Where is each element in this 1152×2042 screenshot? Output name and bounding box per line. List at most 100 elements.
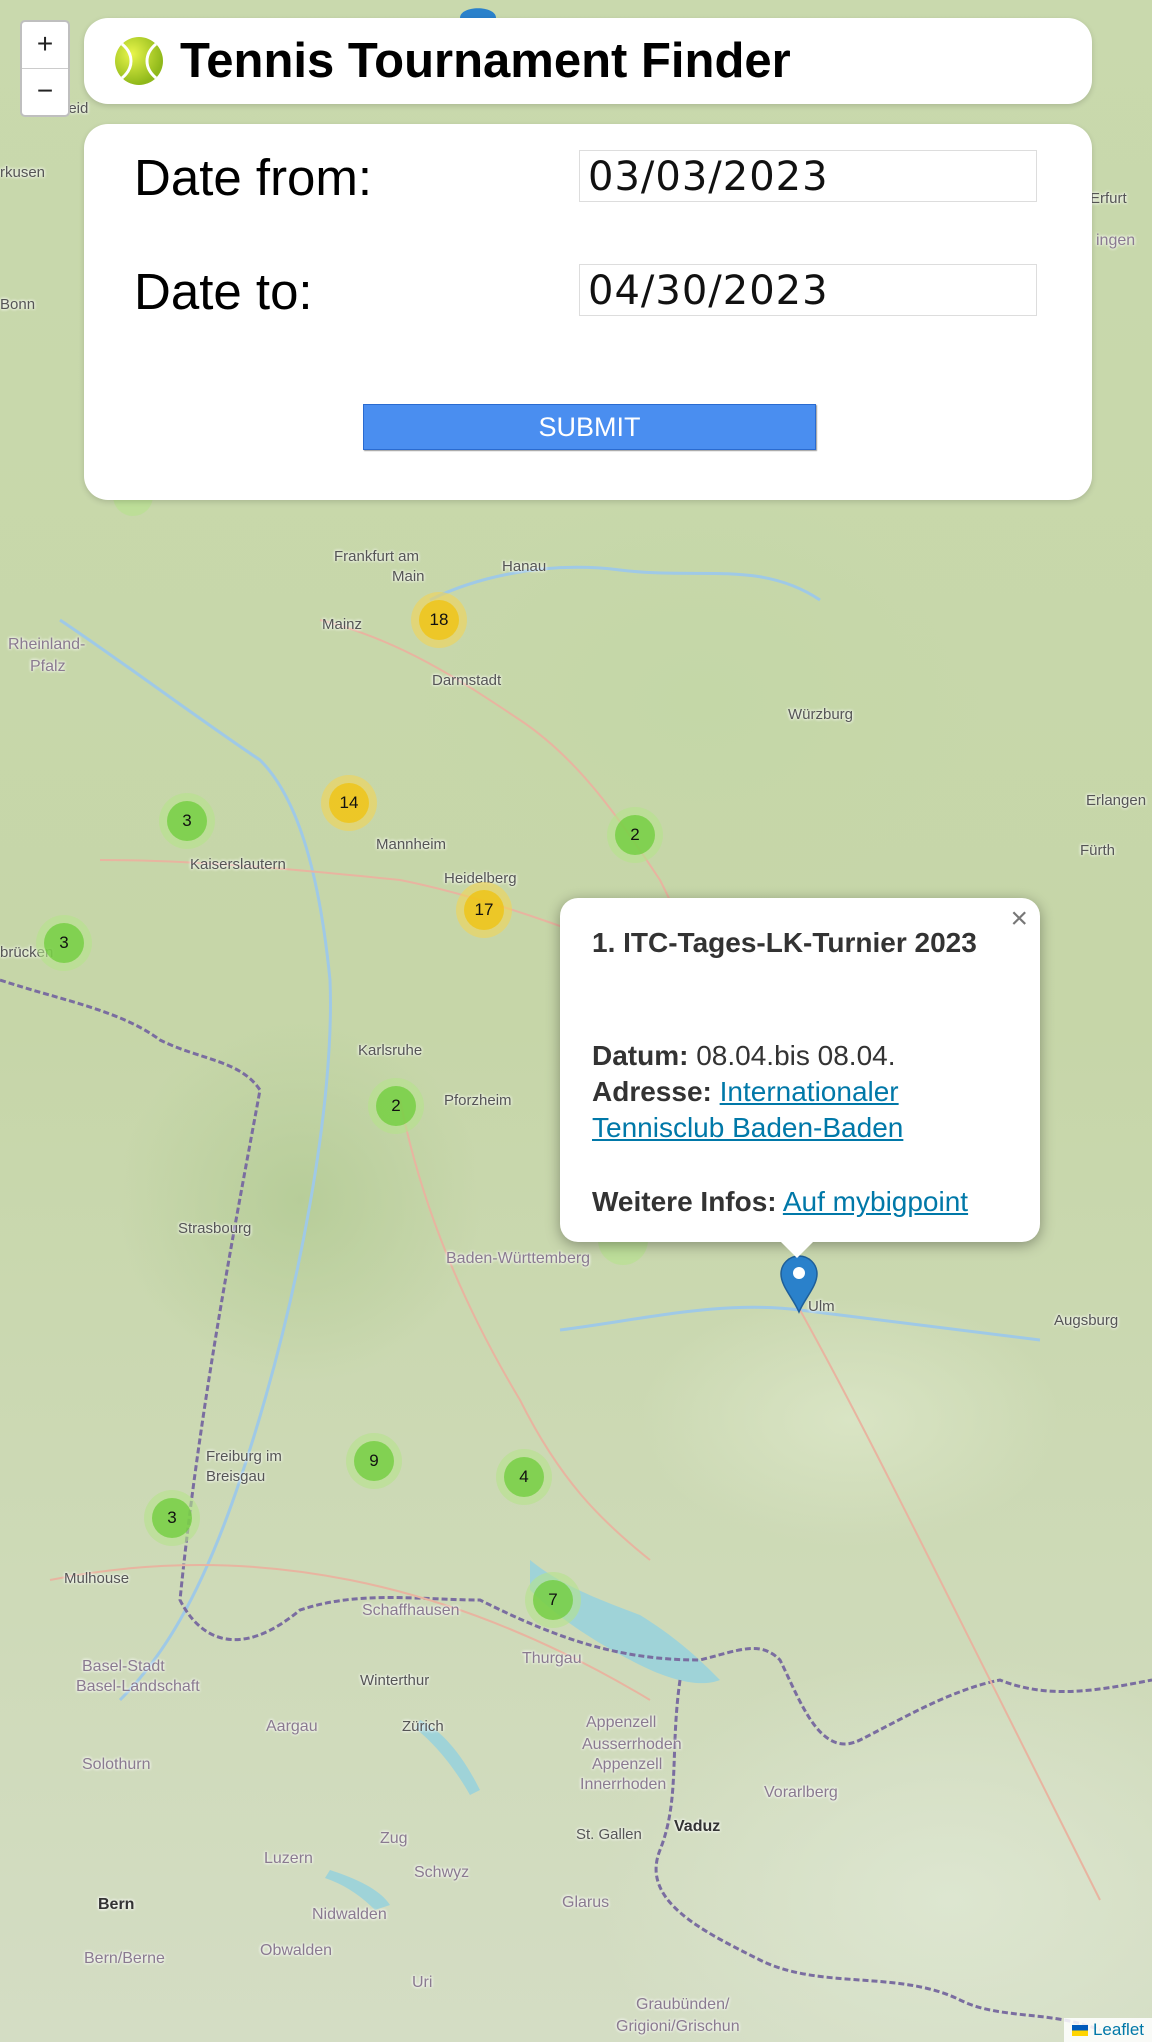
lake-lucerne xyxy=(325,1870,390,1910)
title-bar: Tennis Tournament Finder xyxy=(84,18,1092,104)
cluster-count: 4 xyxy=(504,1457,544,1497)
place-label: Erlangen xyxy=(1086,792,1147,809)
place-label: Strasbourg xyxy=(178,1220,252,1237)
popup-title: 1. ITC-Tages-LK-Turnier 2023 xyxy=(592,927,977,958)
region-label: ingen xyxy=(1096,232,1136,249)
marker-cluster[interactable]: 3 xyxy=(144,1490,200,1546)
marker-cluster[interactable]: 9 xyxy=(346,1433,402,1489)
map-marker-pin[interactable] xyxy=(779,1254,819,1314)
tournament-popup: × 1. ITC-Tages-LK-Turnier 2023 Datum: 08… xyxy=(560,898,1040,1242)
region-label: Basel-Landschaft xyxy=(76,1678,200,1695)
place-label: Hanau xyxy=(502,558,547,575)
cluster-count: 14 xyxy=(329,783,369,823)
region-label: Innerrhoden xyxy=(580,1776,667,1793)
river-rhine xyxy=(59,618,332,1702)
region-label: Grigioni/Grischun xyxy=(616,2018,740,2035)
mybigpoint-link[interactable]: Auf mybigpoint xyxy=(783,1186,968,1217)
place-label: Main xyxy=(392,568,425,585)
place-label: Darmstadt xyxy=(432,672,502,689)
cluster-count: 2 xyxy=(615,815,655,855)
place-label: Würzburg xyxy=(788,706,854,723)
cluster-count: 3 xyxy=(152,1498,192,1538)
date-filter-form: Date from: 03/03/2023 Date to: 04/30/202… xyxy=(84,124,1092,500)
cluster-count: 3 xyxy=(44,923,84,963)
place-label: Winterthur xyxy=(360,1672,430,1689)
region-label: Appenzell xyxy=(586,1714,657,1731)
place-label: Zürich xyxy=(402,1718,444,1735)
zoom-control: + − xyxy=(20,20,70,117)
place-label: Freiburg im xyxy=(206,1448,282,1465)
region-label: Baden-Württemberg xyxy=(446,1250,591,1267)
adresse-label: Adresse: xyxy=(592,1076,712,1107)
submit-button[interactable]: SUBMIT xyxy=(363,404,816,450)
tennis-ball-icon xyxy=(115,37,163,85)
region-label: Nidwalden xyxy=(312,1906,387,1923)
region-label: Glarus xyxy=(562,1894,610,1911)
cluster-count: 9 xyxy=(354,1441,394,1481)
cluster-count: 7 xyxy=(533,1580,573,1620)
region-label: Luzern xyxy=(264,1850,313,1867)
marker-cluster[interactable]: 4 xyxy=(496,1449,552,1505)
place-label: Frankfurt am xyxy=(334,548,420,565)
zoom-in-button[interactable]: + xyxy=(22,22,68,69)
marker-cluster[interactable]: 3 xyxy=(36,915,92,971)
region-label: Appenzell xyxy=(592,1756,663,1773)
ukraine-flag-icon xyxy=(1072,2025,1089,2036)
marker-cluster[interactable]: 14 xyxy=(321,775,377,831)
region-label: Ausserrhoden xyxy=(582,1736,682,1753)
place-label: Vaduz xyxy=(674,1818,721,1835)
region-label: Basel-Stadt xyxy=(82,1658,165,1675)
page-title: Tennis Tournament Finder xyxy=(180,34,791,88)
place-label: Karlsruhe xyxy=(358,1042,423,1059)
popup-address-row: Adresse: Internationaler Tennisclub Bade… xyxy=(592,1074,1012,1146)
region-label: Bern/Berne xyxy=(84,1950,165,1967)
region-label: Pfalz xyxy=(30,658,66,675)
region-label: Solothurn xyxy=(82,1756,151,1773)
close-icon[interactable]: × xyxy=(1010,902,1028,936)
marker-cluster[interactable]: 18 xyxy=(411,592,467,648)
region-label: Aargau xyxy=(266,1718,318,1735)
place-label: rkusen xyxy=(0,164,46,181)
region-label: Vorarlberg xyxy=(764,1784,838,1801)
date-from-label: Date from: xyxy=(134,149,373,206)
popup-date-row: Datum: 08.04.bis 08.04. xyxy=(592,1038,896,1074)
place-label: Mulhouse xyxy=(64,1570,130,1587)
region-label: Zug xyxy=(380,1830,408,1847)
cluster-count: 18 xyxy=(419,600,459,640)
border-line-south xyxy=(654,1679,1101,2032)
cluster-count: 3 xyxy=(167,801,207,841)
datum-label: Datum: xyxy=(592,1040,689,1071)
zoom-out-button[interactable]: − xyxy=(22,69,68,115)
region-label: Thurgau xyxy=(522,1650,582,1667)
cluster-count: 2 xyxy=(376,1086,416,1126)
place-label: Fürth xyxy=(1080,842,1116,859)
place-label: Bonn xyxy=(0,296,36,313)
marker-cluster[interactable]: 7 xyxy=(525,1572,581,1628)
map-marker-partial[interactable] xyxy=(458,0,498,18)
date-from-input[interactable]: 03/03/2023 xyxy=(579,150,1037,202)
map-attribution: Leaflet xyxy=(1064,2018,1152,2042)
road xyxy=(799,1309,1101,1901)
place-label: Breisgau xyxy=(206,1468,266,1485)
region-label: Schaffhausen xyxy=(362,1602,460,1619)
region-label: Uri xyxy=(412,1974,433,1991)
datum-value: 08.04.bis 08.04. xyxy=(696,1040,896,1071)
popup-info-row: Weitere Infos: Auf mybigpoint xyxy=(592,1184,968,1220)
place-label: St. Gallen xyxy=(576,1826,642,1843)
place-label: Pforzheim xyxy=(444,1092,512,1109)
region-label: Rheinland- xyxy=(8,636,86,653)
region-label: Graubünden/ xyxy=(636,1996,730,2013)
popup-tip xyxy=(779,1240,815,1258)
marker-cluster[interactable]: 3 xyxy=(159,793,215,849)
place-label: Kaiserslautern xyxy=(190,856,286,873)
leaflet-link[interactable]: Leaflet xyxy=(1093,2020,1144,2039)
region-label: Schwyz xyxy=(414,1864,470,1881)
marker-cluster[interactable]: 2 xyxy=(368,1078,424,1134)
place-label: Erfurt xyxy=(1090,190,1127,207)
marker-cluster[interactable]: 2 xyxy=(607,807,663,863)
marker-cluster[interactable]: 17 xyxy=(456,882,512,938)
region-label: Obwalden xyxy=(260,1942,333,1959)
infos-label: Weitere Infos: xyxy=(592,1186,777,1217)
cluster-count: 17 xyxy=(464,890,504,930)
date-to-input[interactable]: 04/30/2023 xyxy=(579,264,1037,316)
